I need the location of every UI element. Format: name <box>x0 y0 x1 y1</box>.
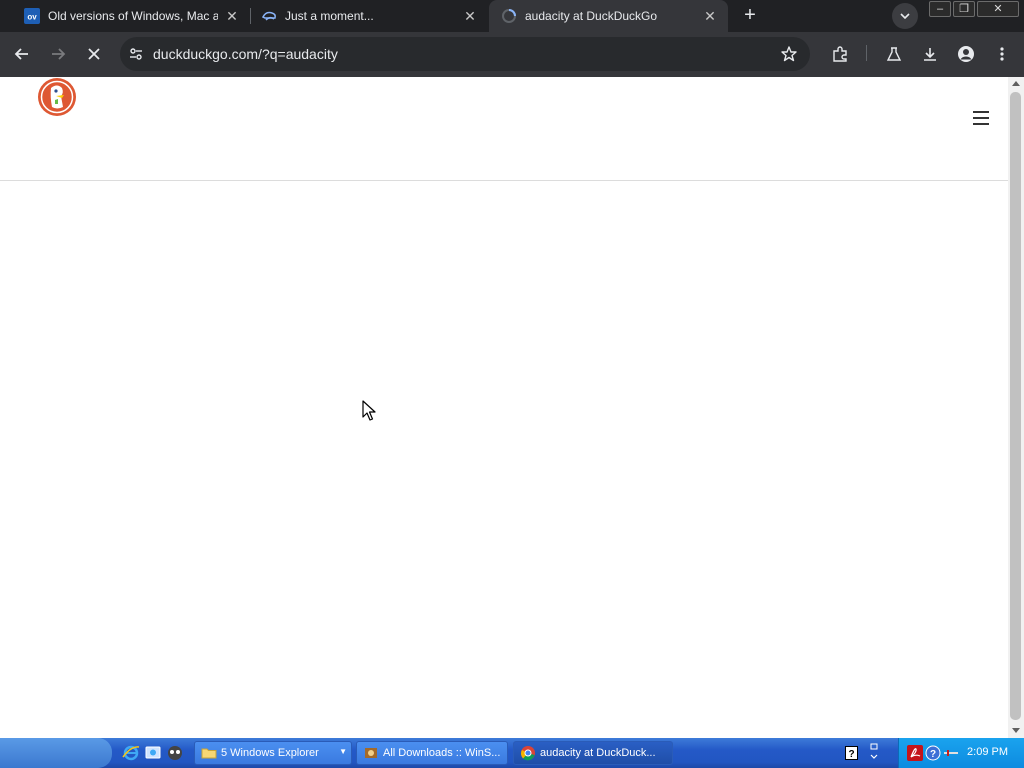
tab-title: Old versions of Windows, Mac and <box>48 9 218 23</box>
extensions-button[interactable] <box>826 40 854 68</box>
hamburger-menu-button[interactable] <box>973 111 989 125</box>
scroll-up-arrow-icon[interactable] <box>1012 81 1020 86</box>
svg-text:?: ? <box>930 749 936 760</box>
tab-just-a-moment[interactable]: Just a moment... ✕ <box>251 0 488 32</box>
bookmark-star-icon[interactable] <box>780 45 798 63</box>
chrome-icon <box>521 746 535 761</box>
loading-spinner-icon <box>501 8 517 24</box>
taskbar-windows-explorer[interactable]: 5 Windows Explorer ▼ <box>194 741 352 765</box>
system-tray: ? 2:09 PM <box>898 738 1024 768</box>
taskbar-all-downloads[interactable]: All Downloads :: WinS... <box>356 741 508 765</box>
close-window-button[interactable]: ✕ <box>977 1 1019 17</box>
close-icon <box>88 48 100 60</box>
web-page <box>0 77 1008 738</box>
arrow-left-icon <box>14 48 28 60</box>
windows-taskbar: 5 Windows Explorer ▼ All Downloads :: Wi… <box>0 738 1024 768</box>
flask-icon <box>886 47 902 61</box>
cloudflare-favicon <box>261 8 277 24</box>
show-desktop-icon[interactable] <box>144 744 162 762</box>
minimize-button[interactable]: – <box>929 1 951 17</box>
site-settings-icon[interactable] <box>128 46 144 62</box>
taskbar-duckduckgo-chrome[interactable]: audacity at DuckDuck... <box>513 741 673 765</box>
puzzle-icon <box>833 46 847 62</box>
url-text[interactable]: duckduckgo.com/?q=audacity <box>153 46 338 62</box>
winsite-icon <box>365 748 377 758</box>
group-dropdown-icon[interactable]: ▼ <box>339 747 347 756</box>
acrobat-icon[interactable] <box>907 745 923 761</box>
help-tray-icon[interactable]: ? <box>845 746 858 760</box>
tab-title: audacity at DuckDuckGo <box>525 9 658 23</box>
svg-text:?: ? <box>848 749 854 760</box>
chrome-menu-button[interactable] <box>988 40 1016 68</box>
address-bar[interactable]: duckduckgo.com/?q=audacity <box>120 37 810 71</box>
tab-close-icon[interactable]: ✕ <box>224 8 240 24</box>
browser-toolbar: duckduckgo.com/?q=audacity <box>0 32 1024 77</box>
task-label: 5 Windows Explorer <box>221 747 319 759</box>
chevron-down-icon <box>900 13 910 19</box>
folder-icon <box>201 748 217 759</box>
tab-title: Just a moment... <box>285 9 374 23</box>
forward-button[interactable] <box>44 40 72 68</box>
help-circle-icon[interactable]: ? <box>925 745 941 761</box>
clock[interactable]: 2:09 PM <box>967 746 1008 758</box>
start-button[interactable] <box>0 738 112 768</box>
tab-strip: ov Old versions of Windows, Mac and ✕ Ju… <box>0 0 1024 32</box>
tab-duckduckgo-active[interactable]: audacity at DuckDuckGo ✕ <box>489 0 728 32</box>
labs-button[interactable] <box>880 40 908 68</box>
task-label: All Downloads :: WinS... <box>383 747 501 759</box>
stop-loading-button[interactable] <box>80 40 108 68</box>
network-icon[interactable] <box>943 747 959 759</box>
tray-expand-icon[interactable] <box>868 742 880 762</box>
download-icon <box>924 48 936 61</box>
tab-close-icon[interactable]: ✕ <box>702 8 718 24</box>
header-divider <box>0 180 1008 181</box>
ov-favicon: ov <box>24 8 40 24</box>
scroll-down-arrow-icon[interactable] <box>1012 728 1020 733</box>
tab-search-button[interactable] <box>892 3 918 29</box>
scrollbar-thumb[interactable] <box>1010 92 1021 720</box>
avatar-icon <box>958 46 974 62</box>
toolbar-separator <box>866 45 867 61</box>
profile-button[interactable] <box>952 40 980 68</box>
media-player-icon[interactable] <box>166 744 184 762</box>
duckduckgo-logo[interactable] <box>37 77 77 117</box>
arrow-right-icon <box>52 48 66 60</box>
back-button[interactable] <box>8 40 36 68</box>
svg-text:ov: ov <box>27 13 37 22</box>
page-scrollbar[interactable] <box>1008 77 1024 738</box>
new-tab-button[interactable]: + <box>738 4 762 28</box>
downloads-button[interactable] <box>916 40 944 68</box>
internet-explorer-icon[interactable] <box>122 744 140 762</box>
more-vertical-icon <box>1000 47 1004 61</box>
restore-button[interactable]: ❐ <box>953 1 975 17</box>
tab-old-versions[interactable]: ov Old versions of Windows, Mac and ✕ <box>0 0 250 32</box>
tab-close-icon[interactable]: ✕ <box>462 8 478 24</box>
mouse-cursor-icon <box>362 400 376 421</box>
task-label: audacity at DuckDuck... <box>540 747 656 759</box>
